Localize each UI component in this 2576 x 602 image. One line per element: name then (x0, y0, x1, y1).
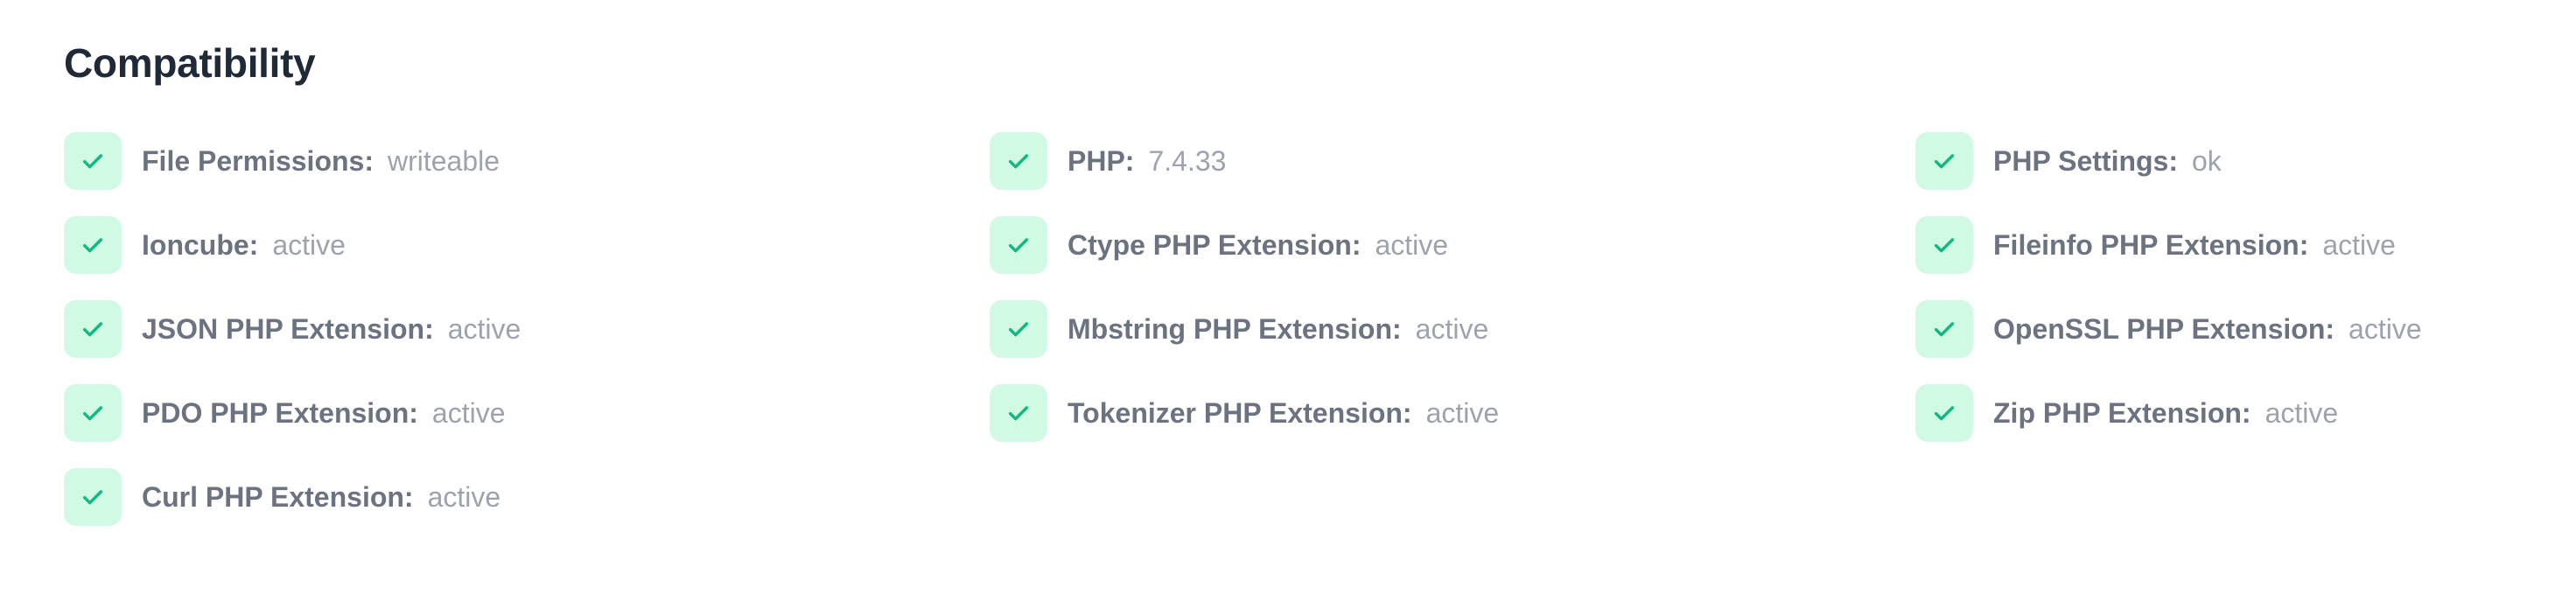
check-icon (64, 384, 122, 442)
check-value: active (1375, 228, 1449, 261)
check-item-php-settings: PHP Settings: ok (1915, 132, 2514, 190)
check-item-php: PHP: 7.4.33 (990, 132, 1915, 190)
check-value: active (2264, 396, 2339, 429)
check-label: Curl PHP Extension: (142, 480, 414, 513)
check-value: active (2322, 228, 2396, 261)
check-value: writeable (387, 144, 500, 177)
check-item-mbstring: Mbstring PHP Extension: active (990, 300, 1915, 358)
check-icon (1915, 300, 1973, 358)
check-value: active (1415, 312, 1489, 345)
check-item-tokenizer: Tokenizer PHP Extension: active (990, 384, 1915, 442)
check-value: active (2348, 312, 2422, 345)
check-value: ok (2192, 144, 2222, 177)
check-item-curl: Curl PHP Extension: active (64, 468, 990, 526)
check-item-zip: Zip PHP Extension: active (1915, 384, 2514, 442)
check-icon (1915, 132, 1973, 190)
check-label: Fileinfo PHP Extension: (1993, 228, 2309, 261)
check-icon (990, 132, 1047, 190)
check-label: PHP Settings: (1993, 144, 2178, 177)
check-icon (990, 216, 1047, 274)
section-title: Compatibility (64, 40, 316, 86)
compatibility-page: Compatibility File Permissions: writeabl… (0, 0, 2576, 602)
check-icon (990, 384, 1047, 442)
check-value: active (1425, 396, 1500, 429)
check-item-pdo: PDO PHP Extension: active (64, 384, 990, 442)
check-item-file-permissions: File Permissions: writeable (64, 132, 990, 190)
check-label: Mbstring PHP Extension: (1068, 312, 1402, 345)
check-label: Tokenizer PHP Extension: (1068, 396, 1412, 429)
check-label: File Permissions: (142, 144, 374, 177)
check-icon (1915, 384, 1973, 442)
check-value: active (427, 480, 501, 513)
check-icon (64, 132, 122, 190)
check-value: active (272, 228, 346, 261)
check-item-json: JSON PHP Extension: active (64, 300, 990, 358)
check-label: Ctype PHP Extension: (1068, 228, 1362, 261)
check-item-ctype: Ctype PHP Extension: active (990, 216, 1915, 274)
check-icon (64, 216, 122, 274)
check-item-fileinfo: Fileinfo PHP Extension: active (1915, 216, 2514, 274)
check-icon (1915, 216, 1973, 274)
check-icon (990, 300, 1047, 358)
check-label: PHP: (1068, 144, 1135, 177)
check-label: OpenSSL PHP Extension: (1993, 312, 2335, 345)
check-label: PDO PHP Extension: (142, 396, 418, 429)
check-value: active (447, 312, 522, 345)
check-label: JSON PHP Extension: (142, 312, 434, 345)
check-value: 7.4.33 (1148, 144, 1227, 177)
check-icon (64, 300, 122, 358)
check-icon (64, 468, 122, 526)
check-label: Zip PHP Extension: (1993, 396, 2251, 429)
check-value: active (431, 396, 506, 429)
check-item-openssl: OpenSSL PHP Extension: active (1915, 300, 2514, 358)
check-item-ioncube: Ioncube: active (64, 216, 990, 274)
check-label: Ioncube: (142, 228, 259, 261)
compatibility-grid: File Permissions: writeable PHP: 7.4.33 … (64, 132, 2514, 526)
